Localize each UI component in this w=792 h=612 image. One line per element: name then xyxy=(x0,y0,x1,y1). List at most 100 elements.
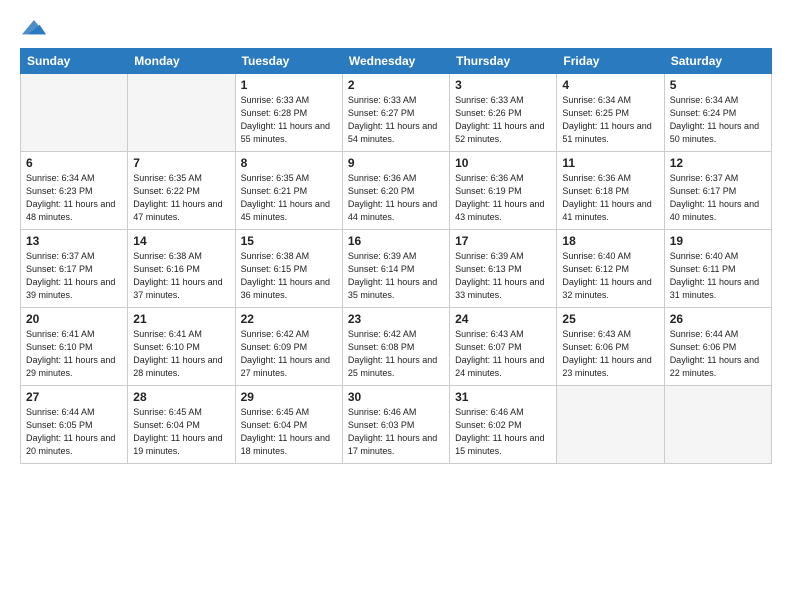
day-number: 1 xyxy=(241,78,337,92)
calendar-cell: 10 Sunrise: 6:36 AM Sunset: 6:19 PM Dayli… xyxy=(450,152,557,230)
calendar-week-row: 6 Sunrise: 6:34 AM Sunset: 6:23 PM Daylig… xyxy=(21,152,772,230)
day-info: Sunrise: 6:33 AM Sunset: 6:28 PM Dayligh… xyxy=(241,94,337,146)
calendar-cell: 13 Sunrise: 6:37 AM Sunset: 6:17 PM Dayli… xyxy=(21,230,128,308)
calendar-cell: 15 Sunrise: 6:38 AM Sunset: 6:15 PM Dayli… xyxy=(235,230,342,308)
day-number: 19 xyxy=(670,234,766,248)
calendar-cell: 19 Sunrise: 6:40 AM Sunset: 6:11 PM Dayli… xyxy=(664,230,771,308)
day-number: 2 xyxy=(348,78,444,92)
day-info: Sunrise: 6:34 AM Sunset: 6:24 PM Dayligh… xyxy=(670,94,766,146)
calendar-cell: 31Sunrise: 6:46 AM Sunset: 6:02 PM Dayli… xyxy=(450,386,557,464)
day-info: Sunrise: 6:44 AM Sunset: 6:05 PM Dayligh… xyxy=(26,406,122,458)
logo-icon xyxy=(22,18,46,38)
day-number: 11 xyxy=(562,156,658,170)
day-info: Sunrise: 6:43 AM Sunset: 6:07 PM Dayligh… xyxy=(455,328,551,380)
calendar-cell xyxy=(664,386,771,464)
calendar-cell: 20 Sunrise: 6:41 AM Sunset: 6:10 PM Dayli… xyxy=(21,308,128,386)
calendar-cell: 24 Sunrise: 6:43 AM Sunset: 6:07 PM Dayli… xyxy=(450,308,557,386)
day-number: 3 xyxy=(455,78,551,92)
day-number: 25 xyxy=(562,312,658,326)
day-info: Sunrise: 6:40 AM Sunset: 6:12 PM Dayligh… xyxy=(562,250,658,302)
day-number: 8 xyxy=(241,156,337,170)
calendar-cell: 30Sunrise: 6:46 AM Sunset: 6:03 PM Dayli… xyxy=(342,386,449,464)
calendar-cell: 2 Sunrise: 6:33 AM Sunset: 6:27 PM Daylig… xyxy=(342,74,449,152)
calendar-body: 1 Sunrise: 6:33 AM Sunset: 6:28 PM Daylig… xyxy=(21,74,772,464)
calendar-week-row: 27Sunrise: 6:44 AM Sunset: 6:05 PM Dayli… xyxy=(21,386,772,464)
day-info: Sunrise: 6:35 AM Sunset: 6:21 PM Dayligh… xyxy=(241,172,337,224)
calendar-cell: 12 Sunrise: 6:37 AM Sunset: 6:17 PM Dayli… xyxy=(664,152,771,230)
day-info: Sunrise: 6:38 AM Sunset: 6:15 PM Dayligh… xyxy=(241,250,337,302)
calendar-week-row: 13 Sunrise: 6:37 AM Sunset: 6:17 PM Dayli… xyxy=(21,230,772,308)
calendar-cell: 29 Sunrise: 6:45 AM Sunset: 6:04 PM Dayli… xyxy=(235,386,342,464)
calendar-cell: 4 Sunrise: 6:34 AM Sunset: 6:25 PM Daylig… xyxy=(557,74,664,152)
day-number: 4 xyxy=(562,78,658,92)
day-info: Sunrise: 6:39 AM Sunset: 6:13 PM Dayligh… xyxy=(455,250,551,302)
day-info: Sunrise: 6:38 AM Sunset: 6:16 PM Dayligh… xyxy=(133,250,229,302)
logo xyxy=(20,18,46,38)
day-info: Sunrise: 6:40 AM Sunset: 6:11 PM Dayligh… xyxy=(670,250,766,302)
calendar-week-row: 20 Sunrise: 6:41 AM Sunset: 6:10 PM Dayli… xyxy=(21,308,772,386)
calendar-cell: 21Sunrise: 6:41 AM Sunset: 6:10 PM Dayli… xyxy=(128,308,235,386)
day-number: 28 xyxy=(133,390,229,404)
day-info: Sunrise: 6:37 AM Sunset: 6:17 PM Dayligh… xyxy=(26,250,122,302)
day-number: 9 xyxy=(348,156,444,170)
day-info: Sunrise: 6:39 AM Sunset: 6:14 PM Dayligh… xyxy=(348,250,444,302)
day-number: 26 xyxy=(670,312,766,326)
weekday-header: Sunday xyxy=(21,49,128,74)
calendar-cell: 9 Sunrise: 6:36 AM Sunset: 6:20 PM Daylig… xyxy=(342,152,449,230)
day-number: 15 xyxy=(241,234,337,248)
calendar-cell: 22Sunrise: 6:42 AM Sunset: 6:09 PM Dayli… xyxy=(235,308,342,386)
weekday-header: Thursday xyxy=(450,49,557,74)
calendar-cell xyxy=(557,386,664,464)
day-number: 13 xyxy=(26,234,122,248)
day-info: Sunrise: 6:45 AM Sunset: 6:04 PM Dayligh… xyxy=(241,406,337,458)
weekday-header: Monday xyxy=(128,49,235,74)
weekday-header: Saturday xyxy=(664,49,771,74)
day-info: Sunrise: 6:36 AM Sunset: 6:20 PM Dayligh… xyxy=(348,172,444,224)
day-info: Sunrise: 6:34 AM Sunset: 6:23 PM Dayligh… xyxy=(26,172,122,224)
day-number: 23 xyxy=(348,312,444,326)
day-info: Sunrise: 6:46 AM Sunset: 6:02 PM Dayligh… xyxy=(455,406,551,458)
calendar-cell xyxy=(128,74,235,152)
day-number: 24 xyxy=(455,312,551,326)
day-number: 10 xyxy=(455,156,551,170)
calendar-cell: 8 Sunrise: 6:35 AM Sunset: 6:21 PM Daylig… xyxy=(235,152,342,230)
weekday-header: Wednesday xyxy=(342,49,449,74)
weekday-header-row: SundayMondayTuesdayWednesdayThursdayFrid… xyxy=(21,49,772,74)
day-info: Sunrise: 6:34 AM Sunset: 6:25 PM Dayligh… xyxy=(562,94,658,146)
calendar-cell: 23 Sunrise: 6:42 AM Sunset: 6:08 PM Dayli… xyxy=(342,308,449,386)
day-info: Sunrise: 6:44 AM Sunset: 6:06 PM Dayligh… xyxy=(670,328,766,380)
calendar-cell: 27Sunrise: 6:44 AM Sunset: 6:05 PM Dayli… xyxy=(21,386,128,464)
calendar-cell: 1 Sunrise: 6:33 AM Sunset: 6:28 PM Daylig… xyxy=(235,74,342,152)
calendar-week-row: 1 Sunrise: 6:33 AM Sunset: 6:28 PM Daylig… xyxy=(21,74,772,152)
day-number: 22 xyxy=(241,312,337,326)
calendar-cell: 28 Sunrise: 6:45 AM Sunset: 6:04 PM Dayli… xyxy=(128,386,235,464)
calendar-page: SundayMondayTuesdayWednesdayThursdayFrid… xyxy=(0,0,792,612)
calendar-cell: 14Sunrise: 6:38 AM Sunset: 6:16 PM Dayli… xyxy=(128,230,235,308)
day-number: 17 xyxy=(455,234,551,248)
day-number: 29 xyxy=(241,390,337,404)
day-number: 6 xyxy=(26,156,122,170)
day-number: 30 xyxy=(348,390,444,404)
calendar-cell: 25 Sunrise: 6:43 AM Sunset: 6:06 PM Dayli… xyxy=(557,308,664,386)
header xyxy=(20,18,772,38)
day-number: 12 xyxy=(670,156,766,170)
day-number: 20 xyxy=(26,312,122,326)
calendar-cell xyxy=(21,74,128,152)
day-info: Sunrise: 6:45 AM Sunset: 6:04 PM Dayligh… xyxy=(133,406,229,458)
weekday-header: Friday xyxy=(557,49,664,74)
day-number: 5 xyxy=(670,78,766,92)
calendar-cell: 6 Sunrise: 6:34 AM Sunset: 6:23 PM Daylig… xyxy=(21,152,128,230)
calendar-cell: 5 Sunrise: 6:34 AM Sunset: 6:24 PM Daylig… xyxy=(664,74,771,152)
day-info: Sunrise: 6:36 AM Sunset: 6:18 PM Dayligh… xyxy=(562,172,658,224)
day-info: Sunrise: 6:42 AM Sunset: 6:08 PM Dayligh… xyxy=(348,328,444,380)
day-number: 18 xyxy=(562,234,658,248)
day-info: Sunrise: 6:41 AM Sunset: 6:10 PM Dayligh… xyxy=(26,328,122,380)
day-info: Sunrise: 6:33 AM Sunset: 6:27 PM Dayligh… xyxy=(348,94,444,146)
day-info: Sunrise: 6:43 AM Sunset: 6:06 PM Dayligh… xyxy=(562,328,658,380)
day-info: Sunrise: 6:36 AM Sunset: 6:19 PM Dayligh… xyxy=(455,172,551,224)
day-info: Sunrise: 6:37 AM Sunset: 6:17 PM Dayligh… xyxy=(670,172,766,224)
day-info: Sunrise: 6:41 AM Sunset: 6:10 PM Dayligh… xyxy=(133,328,229,380)
calendar-cell: 11 Sunrise: 6:36 AM Sunset: 6:18 PM Dayli… xyxy=(557,152,664,230)
calendar-cell: 7Sunrise: 6:35 AM Sunset: 6:22 PM Daylig… xyxy=(128,152,235,230)
day-number: 7 xyxy=(133,156,229,170)
